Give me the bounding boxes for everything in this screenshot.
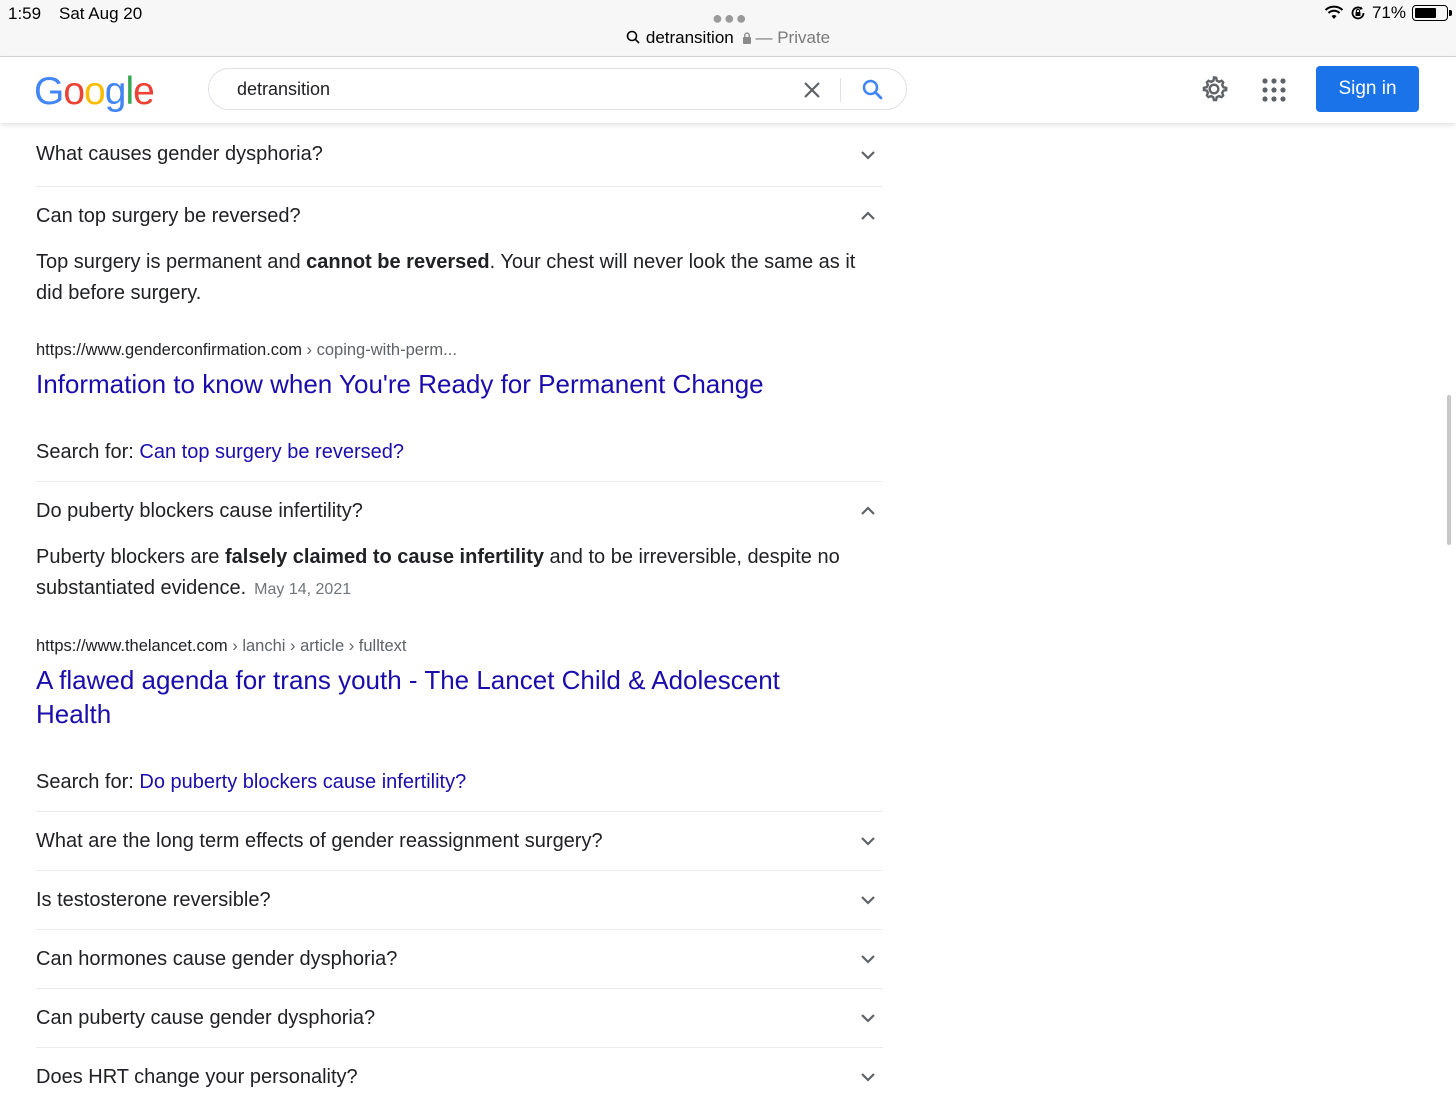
question-row[interactable]: What causes gender dysphoria? xyxy=(36,123,883,186)
result-domain: https://www.genderconfirmation.com xyxy=(36,341,302,359)
logo-letter: G xyxy=(34,70,64,113)
private-label: — Private xyxy=(755,28,831,47)
chevron-down-icon[interactable] xyxy=(859,832,877,850)
search-for-label: Search for: xyxy=(36,441,140,463)
result-title-link[interactable]: A flawed agenda for trans youth - The La… xyxy=(36,663,826,731)
search-divider xyxy=(840,78,841,102)
answer-text: Puberty blockers are xyxy=(36,546,225,568)
answer-snippet: Puberty blockers are falsely claimed to … xyxy=(36,542,883,605)
search-for: Search for: Can top surgery be reversed? xyxy=(36,441,883,481)
result-breadcrumb: › coping-with-perm... xyxy=(301,341,457,359)
answer-bold-text: falsely claimed to cause infertility xyxy=(224,546,544,568)
search-for-link[interactable]: Can top surgery be reversed? xyxy=(139,441,404,463)
result-url: https://www.thelancet.com › lanchi › art… xyxy=(36,637,883,656)
address-query: detransition xyxy=(645,28,734,47)
logo-letter: e xyxy=(133,70,155,113)
wifi-icon xyxy=(1324,5,1344,19)
question-row-expanded[interactable]: Do puberty blockers cause infertility? xyxy=(36,481,883,540)
chevron-up-icon[interactable] xyxy=(859,502,877,520)
question-text: Does HRT change your personality? xyxy=(36,1065,358,1088)
question-row[interactable]: Is testosterone reversible? xyxy=(36,870,883,929)
clear-icon[interactable] xyxy=(799,77,825,103)
answer-bold-text: cannot be reversed xyxy=(306,251,490,273)
search-for-label: Search for: xyxy=(36,771,140,793)
address-bar[interactable]: detransition — Private xyxy=(0,28,1456,48)
lock-icon xyxy=(743,32,752,44)
question-text: Is testosterone reversible? xyxy=(36,888,271,911)
logo-letter: o xyxy=(63,70,85,113)
search-input[interactable] xyxy=(235,78,759,101)
logo-letter: g xyxy=(104,70,127,113)
answer-date: May 14, 2021 xyxy=(254,581,352,598)
search-for-link[interactable]: Do puberty blockers cause infertility? xyxy=(139,771,466,793)
question-text: What are the long term effects of gender… xyxy=(36,829,603,852)
search-box[interactable] xyxy=(208,68,907,110)
chevron-down-icon[interactable] xyxy=(859,950,877,968)
apps-grid-icon[interactable] xyxy=(1261,77,1287,103)
result-domain: https://www.thelancet.com xyxy=(36,637,228,655)
gear-icon[interactable] xyxy=(1198,73,1230,105)
chevron-down-icon[interactable] xyxy=(859,1068,877,1086)
question-row[interactable]: Can hormones cause gender dysphoria? xyxy=(36,929,883,988)
question-row[interactable]: Does HRT change your personality? xyxy=(36,1047,883,1106)
result-url: https://www.genderconfirmation.com › cop… xyxy=(36,341,883,360)
chevron-down-icon[interactable] xyxy=(859,891,877,909)
scrollbar[interactable] xyxy=(1447,395,1451,545)
orientation-lock-icon xyxy=(1351,6,1365,20)
logo-letter: o xyxy=(84,70,106,113)
sign-in-button[interactable]: Sign in xyxy=(1316,66,1419,112)
result-breadcrumb: › lanchi › article › fulltext xyxy=(227,637,407,655)
logo-letter: l xyxy=(125,70,134,113)
chevron-up-icon[interactable] xyxy=(859,207,877,225)
search-for: Search for: Do puberty blockers cause in… xyxy=(36,771,883,811)
question-row[interactable]: What are the long term effects of gender… xyxy=(36,811,883,870)
google-logo[interactable]: Google xyxy=(34,70,155,114)
google-header: Google Sign in xyxy=(0,57,1456,123)
question-row-expanded[interactable]: Can top surgery be reversed? xyxy=(36,186,883,245)
search-icon[interactable] xyxy=(859,76,887,104)
question-text: Can puberty cause gender dysphoria? xyxy=(36,1006,376,1029)
search-icon xyxy=(626,30,640,44)
question-text: Can hormones cause gender dysphoria? xyxy=(36,947,398,970)
chevron-down-icon[interactable] xyxy=(859,146,877,164)
people-also-ask: What causes gender dysphoria? Can top su… xyxy=(36,123,883,1106)
answer-text: Top surgery is permanent and xyxy=(36,251,307,273)
status-time: 1:59 xyxy=(8,4,42,23)
status-indicators: 71% xyxy=(1324,3,1452,23)
question-row[interactable]: Can puberty cause gender dysphoria? xyxy=(36,988,883,1047)
chevron-down-icon[interactable] xyxy=(859,1009,877,1027)
battery-icon xyxy=(1412,5,1452,21)
result-title-link[interactable]: Information to know when You're Ready fo… xyxy=(36,367,826,401)
more-dots-icon[interactable]: ●●● xyxy=(712,8,748,29)
question-text: What causes gender dysphoria? xyxy=(36,143,323,165)
status-date: Sat Aug 20 xyxy=(59,4,143,23)
question-text: Do puberty blockers cause infertility? xyxy=(36,499,363,522)
status-bar: 1:59 Sat Aug 20 ●●● detransition — Priva… xyxy=(0,0,1456,57)
question-text: Can top surgery be reversed? xyxy=(36,204,301,227)
battery-percent: 71% xyxy=(1371,3,1406,22)
answer-snippet: Top surgery is permanent and cannot be r… xyxy=(36,247,883,309)
